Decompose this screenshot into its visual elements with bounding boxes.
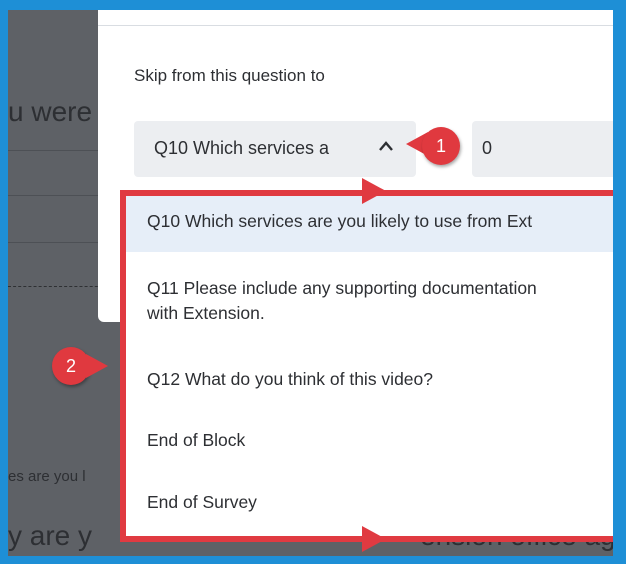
- background-question-text-top: u were: [8, 96, 93, 127]
- screenshot-frame: u were es are you l y are y ension offic…: [8, 10, 613, 556]
- background-dashed-divider: [8, 286, 108, 287]
- annotation-badge-1: 1: [422, 127, 460, 165]
- modal-divider: [98, 25, 613, 26]
- background-divider: [8, 195, 98, 196]
- annotation-badge-2: 2: [52, 347, 90, 385]
- condition-field-value: 0: [482, 138, 493, 158]
- chevron-up-icon[interactable]: [378, 135, 394, 158]
- arrow-right-icon: [362, 526, 386, 552]
- background-divider: [8, 150, 98, 151]
- background-question-text-middle: es are you l: [8, 468, 86, 485]
- condition-field[interactable]: 0: [472, 121, 613, 177]
- select-value: Q10 Which services a: [154, 138, 330, 158]
- arrow-right-icon: [362, 178, 386, 204]
- highlight-box: [120, 190, 613, 542]
- badge-2-pointer: [86, 354, 108, 378]
- skip-destination-select[interactable]: Q10 Which services a: [134, 121, 416, 177]
- background-question-text-bottom: y are y: [8, 520, 93, 551]
- background-divider: [8, 242, 98, 243]
- skip-label: Skip from this question to: [134, 66, 325, 85]
